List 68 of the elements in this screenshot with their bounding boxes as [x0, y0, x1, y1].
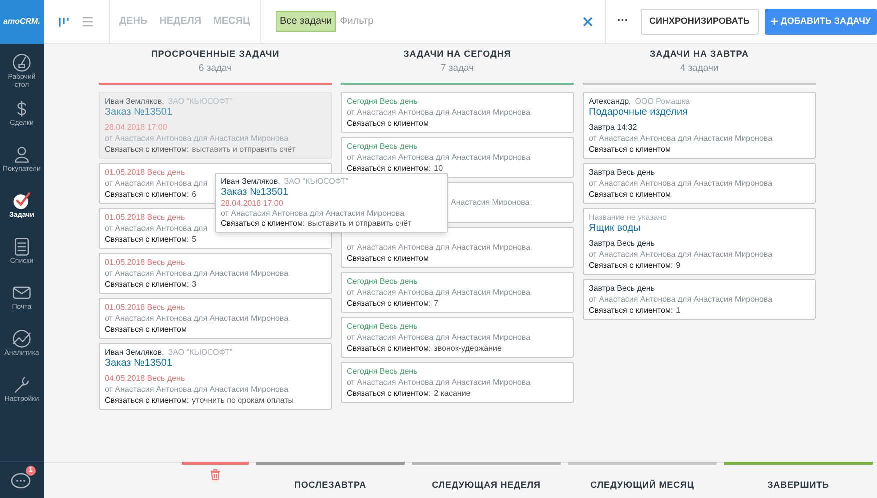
task-author: Анастасия Миронова	[451, 197, 530, 208]
task-date: Завтра 14:32	[589, 122, 638, 133]
column-title: ПРОСРОЧЕННЫЕ ЗАДАЧИ	[150, 48, 281, 60]
task-date: 04.05.2018 Весь день	[105, 373, 186, 384]
task-type: Связаться с клиентом:	[347, 163, 432, 174]
task-date: 01.05.2018 Весь день	[105, 167, 186, 178]
task-type: Связаться с клиентом:	[589, 305, 674, 316]
task-count: 7 задач	[440, 62, 476, 75]
task-date: Сегодня Весь день	[347, 276, 418, 287]
task-date: Завтра Весь день	[589, 283, 656, 294]
task-type: Связаться с клиентом:	[347, 343, 432, 354]
task-type: Связаться с клиентом	[105, 324, 187, 335]
task-comment: 6	[192, 189, 197, 200]
task-author: от Анастасия Антонова для Анастасия Миронова	[589, 249, 773, 260]
task-author: от Анастасия Антонова для Анастасия Миронова	[105, 133, 289, 144]
task-author: от Анастасия Антонова для Анастасия Миронова	[347, 152, 531, 163]
task-type: Связаться с клиентом	[347, 253, 429, 264]
task-date: 01.05.2018 Весь день	[105, 257, 186, 268]
task-comment: 10	[434, 163, 444, 174]
task-date: 28.04.2018 17:00	[105, 122, 168, 133]
task-type: Связаться с клиентом:	[105, 279, 190, 290]
task-author: от Анастасия Антонова для Анастасия Миронова	[347, 332, 531, 343]
task-author: от Анастасия Антонова для Анастасия Миронова	[589, 178, 773, 189]
task-count: 4 задачи	[679, 62, 720, 75]
task-type: Связаться с клиентом:	[105, 189, 190, 200]
task-comment: 7	[434, 298, 439, 309]
task-date: Сегодня Весь день	[347, 321, 418, 332]
task-type: Связаться с клиентом:	[347, 388, 432, 399]
task-author: от Анастасия Антонова для	[105, 223, 208, 234]
task-count: 6 задач	[198, 62, 234, 75]
task-comment: звонок-удержание	[434, 343, 502, 354]
task-author: от Анастасия Антонова для Анастасия Миронова	[589, 133, 773, 144]
task-type: Связаться с клиентом:	[105, 234, 190, 245]
task-type: Связаться с клиентом	[589, 189, 671, 200]
task-type: Связаться с клиентом:	[105, 144, 190, 155]
task-author: от Анастасия Антонова для Анастасия Миронова	[347, 287, 531, 298]
task-date: Сегодня Весь день	[347, 366, 418, 377]
task-date: Сегодня Весь день	[347, 141, 418, 152]
task-author: от Анастасия Антонова для Анастасия Миронова	[347, 242, 531, 253]
task-comment: 3	[192, 279, 197, 290]
task-comment: 2 касание	[434, 388, 471, 399]
task-author: от Анастасия Антонова для	[105, 178, 208, 189]
task-author: от Анастасия Антонова для Анастасия Миронова	[347, 377, 531, 388]
task-comment: уточнить по срокам оплаты	[192, 395, 294, 406]
task-date: 01.05.2018 Весь день	[105, 212, 186, 223]
task-type: Связаться с клиентом:	[105, 395, 190, 406]
task-date: Сегодня Весь день	[347, 96, 418, 107]
task-author: от Анастасия Антонова для Анастасия Миронова	[105, 384, 289, 395]
task-date: 01.05.2018 Весь день	[105, 302, 186, 313]
task-date: 28.04.2018 17:00	[221, 199, 284, 209]
task-type: Связаться с клиентом	[589, 144, 671, 155]
task-date: Завтра Весь день	[589, 238, 656, 249]
task-comment: 5	[192, 234, 197, 245]
task-author: от Анастасия Антонова для Анастасия Миронова	[347, 107, 531, 118]
task-type: Связаться с клиентом:	[589, 260, 674, 271]
task-date: Завтра Весь день	[589, 167, 656, 178]
logo: amoCRM.	[0, 0, 44, 44]
column-title: ЗАДАЧИ НА ЗАВТРА	[649, 48, 750, 60]
column-title: ЗАДАЧИ НА СЕГОДНЯ	[402, 48, 512, 60]
task-type: Связаться с клиентом:	[221, 219, 306, 229]
task-comment: 1	[676, 305, 681, 316]
task-author: от Анастасия Антонова для Анастасия Миронова	[105, 313, 289, 324]
task-comment: выставить и отправить счёт	[192, 144, 296, 155]
task-author: от Анастасия Антонова для Анастасия Миронова	[105, 268, 289, 279]
task-type: Связаться с клиентом	[347, 118, 429, 129]
task-comment: 9	[676, 260, 681, 271]
task-author: от Анастасия Антонова для Анастасия Миронова	[589, 294, 773, 305]
task-type: Связаться с клиентом:	[347, 298, 432, 309]
